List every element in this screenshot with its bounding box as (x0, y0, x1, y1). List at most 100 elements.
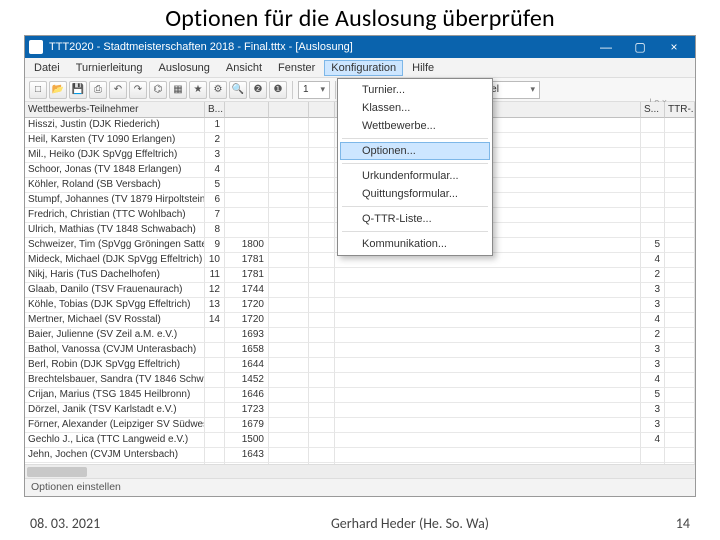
cell-x[interactable] (269, 328, 309, 343)
cell-empty[interactable] (335, 313, 641, 328)
cell-s[interactable] (641, 133, 665, 148)
cell-s[interactable] (641, 148, 665, 163)
cell-s[interactable] (641, 208, 665, 223)
cell-s[interactable]: 4 (641, 433, 665, 448)
cell-b[interactable] (205, 403, 225, 418)
cell-r[interactable] (665, 208, 695, 223)
cell-empty[interactable] (335, 343, 641, 358)
cell-ttr[interactable] (225, 208, 269, 223)
cell-b[interactable]: 1 (205, 118, 225, 133)
cell-b[interactable] (205, 448, 225, 463)
cell-r[interactable] (665, 298, 695, 313)
menu-item-urkundenformular[interactable]: Urkundenformular... (340, 167, 490, 185)
cell-b[interactable]: 10 (205, 253, 225, 268)
cell-name[interactable]: Jehn, Jochen (CVJM Untersbach) (25, 448, 205, 463)
cell-r[interactable] (665, 238, 695, 253)
cell-name[interactable]: Förner, Alexander (Leipziger SV Südwest) (25, 418, 205, 433)
cell-ttr[interactable]: 1679 (225, 418, 269, 433)
grid-icon[interactable]: ▦ (169, 81, 187, 99)
cell-x[interactable] (269, 343, 309, 358)
save-icon[interactable]: 💾 (69, 81, 87, 99)
cell-name[interactable]: Mertner, Michael (SV Rosstal) (25, 313, 205, 328)
cell-x[interactable] (269, 268, 309, 283)
cell-name[interactable]: Köhler, Roland (SB Versbach) (25, 178, 205, 193)
cell-x[interactable] (269, 298, 309, 313)
cell-b[interactable] (205, 328, 225, 343)
cell-b[interactable] (205, 373, 225, 388)
column-header[interactable]: Wettbewerbs-Teilnehmer (25, 102, 205, 118)
cell-x[interactable] (269, 313, 309, 328)
cell-name[interactable]: Mideck, Michael (DJK SpVgg Effeltrich) (25, 253, 205, 268)
cell-ttr[interactable]: 1693 (225, 328, 269, 343)
cell-b[interactable]: 13 (205, 298, 225, 313)
cell-y[interactable] (309, 148, 335, 163)
cell-name[interactable]: Nikj, Haris (TuS Dachelhofen) (25, 268, 205, 283)
cell-x[interactable] (269, 148, 309, 163)
cell-y[interactable] (309, 238, 335, 253)
cell-y[interactable] (309, 358, 335, 373)
cell-name[interactable]: Fredrich, Christian (TTC Wohlbach) (25, 208, 205, 223)
cell-ttr[interactable]: 1500 (225, 433, 269, 448)
cell-ttr[interactable]: 1781 (225, 268, 269, 283)
scroll-thumb[interactable] (27, 467, 87, 477)
cell-y[interactable] (309, 133, 335, 148)
menu-item-klassen[interactable]: Klassen... (340, 99, 490, 117)
print-icon[interactable]: ⎙ (89, 81, 107, 99)
cell-y[interactable] (309, 163, 335, 178)
cell-r[interactable] (665, 433, 695, 448)
cell-ttr[interactable] (225, 193, 269, 208)
menu-item-turnier[interactable]: Turnier... (340, 81, 490, 99)
one-icon[interactable]: ❶ (269, 81, 287, 99)
cell-b[interactable]: 2 (205, 133, 225, 148)
cell-s[interactable]: 2 (641, 328, 665, 343)
cell-s[interactable] (641, 163, 665, 178)
column-header[interactable]: S... (641, 102, 665, 118)
menu-item-optionen[interactable]: Optionen... (340, 142, 490, 160)
cell-r[interactable] (665, 328, 695, 343)
cell-name[interactable]: Gechlo J., Lica (TTC Langweid e.V.) (25, 433, 205, 448)
cell-ttr[interactable]: 1644 (225, 358, 269, 373)
cell-empty[interactable] (335, 388, 641, 403)
menu-item-wettbewerbe[interactable]: Wettbewerbe... (340, 117, 490, 135)
cell-y[interactable] (309, 373, 335, 388)
gear-icon[interactable]: ⚙ (209, 81, 227, 99)
menu-auslosung[interactable]: Auslosung (152, 60, 217, 76)
cell-empty[interactable] (335, 373, 641, 388)
cell-s[interactable] (641, 178, 665, 193)
cell-s[interactable]: 2 (641, 268, 665, 283)
cell-x[interactable] (269, 238, 309, 253)
cell-x[interactable] (269, 118, 309, 133)
redo-icon[interactable]: ↷ (129, 81, 147, 99)
cell-x[interactable] (269, 253, 309, 268)
cell-b[interactable]: 6 (205, 193, 225, 208)
cell-s[interactable]: 4 (641, 313, 665, 328)
cell-y[interactable] (309, 418, 335, 433)
cell-empty[interactable] (335, 448, 641, 463)
cell-x[interactable] (269, 388, 309, 403)
minimize-button[interactable]: — (589, 36, 623, 58)
cell-r[interactable] (665, 148, 695, 163)
cell-y[interactable] (309, 223, 335, 238)
tree-icon[interactable]: ⌬ (149, 81, 167, 99)
cell-x[interactable] (269, 283, 309, 298)
cell-s[interactable]: 3 (641, 283, 665, 298)
cell-empty[interactable] (335, 268, 641, 283)
cell-x[interactable] (269, 208, 309, 223)
two-icon[interactable]: ❷ (249, 81, 267, 99)
undo-icon[interactable]: ↶ (109, 81, 127, 99)
menu-datei[interactable]: Datei (27, 60, 67, 76)
cell-r[interactable] (665, 193, 695, 208)
column-header[interactable]: TTR-... (665, 102, 695, 118)
cell-s[interactable] (641, 448, 665, 463)
cell-ttr[interactable] (225, 118, 269, 133)
cell-name[interactable]: Hisszi, Justin (DJK Riederich) (25, 118, 205, 133)
cell-r[interactable] (665, 268, 695, 283)
cell-b[interactable]: 8 (205, 223, 225, 238)
cell-x[interactable] (269, 418, 309, 433)
cell-name[interactable]: Ulrich, Mathias (TV 1848 Schwabach) (25, 223, 205, 238)
cell-r[interactable] (665, 403, 695, 418)
cell-empty[interactable] (335, 328, 641, 343)
cell-name[interactable]: Berl, Robin (DJK SpVgg Effeltrich) (25, 358, 205, 373)
cell-name[interactable]: Mil., Heiko (DJK SpVgg Effeltrich) (25, 148, 205, 163)
cell-s[interactable]: 5 (641, 388, 665, 403)
